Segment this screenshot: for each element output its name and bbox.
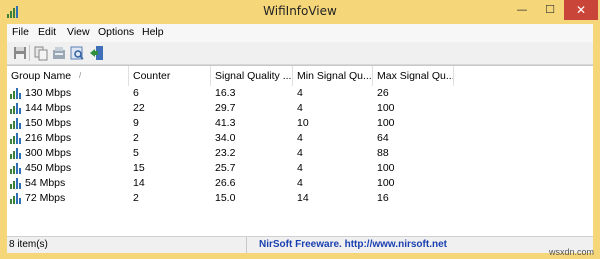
cell-quality: 16.3	[215, 87, 236, 99]
menu-bar: File Edit View Options Help	[7, 24, 593, 42]
table-row[interactable]: 216 Mbps 2 34.0 4 64	[7, 131, 593, 146]
menu-view[interactable]: View	[67, 26, 90, 38]
wifi-group-icon	[10, 88, 21, 99]
app-window: WifiInfoView — ☐ ✕ File Edit View Option…	[0, 0, 600, 259]
column-header-min-signal[interactable]: Min Signal Qu...	[293, 66, 373, 86]
menu-options[interactable]: Options	[98, 26, 134, 38]
wifi-group-icon	[10, 118, 21, 129]
cell-min: 4	[297, 102, 303, 114]
client-area: File Edit View Options Help Group Name /…	[7, 24, 593, 253]
cell-min: 4	[297, 87, 303, 99]
status-divider	[246, 237, 247, 253]
cell-min: 10	[297, 117, 309, 129]
cell-max: 26	[377, 87, 389, 99]
column-header-max-signal[interactable]: Max Signal Qu...	[373, 66, 454, 86]
cell-min: 4	[297, 177, 303, 189]
cell-name: 150 Mbps	[25, 117, 72, 129]
cell-quality: 34.0	[215, 132, 236, 144]
watermark: wsxdn.com	[548, 247, 594, 257]
table-row[interactable]: 54 Mbps 14 26.6 4 100	[7, 176, 593, 191]
cell-min: 4	[297, 162, 303, 174]
close-button[interactable]: ✕	[564, 0, 598, 20]
status-bar: 8 item(s) NirSoft Freeware. http://www.n…	[7, 236, 593, 253]
wifi-group-icon	[10, 163, 21, 174]
toolbar-separator	[29, 45, 30, 61]
cell-name: 130 Mbps	[25, 87, 72, 99]
minimize-button[interactable]: —	[508, 0, 536, 20]
toolbar	[7, 42, 593, 65]
status-item-count: 8 item(s)	[9, 239, 48, 250]
cell-min: 4	[297, 147, 303, 159]
wifi-group-icon	[10, 103, 21, 114]
maximize-button[interactable]: ☐	[536, 0, 564, 20]
table-row[interactable]: 150 Mbps 9 41.3 10 100	[7, 116, 593, 131]
column-header-group-name[interactable]: Group Name /	[7, 66, 129, 86]
properties-icon[interactable]	[69, 45, 85, 61]
menu-edit[interactable]: Edit	[38, 26, 56, 38]
wifi-group-icon	[10, 148, 21, 159]
cell-quality: 15.0	[215, 192, 236, 204]
cell-counter: 2	[133, 132, 139, 144]
cell-counter: 6	[133, 87, 139, 99]
cell-counter: 22	[133, 102, 145, 114]
cell-max: 16	[377, 192, 389, 204]
title-bar[interactable]: WifiInfoView — ☐ ✕	[0, 0, 600, 24]
cell-max: 100	[377, 177, 395, 189]
cell-counter: 14	[133, 177, 145, 189]
column-header-counter[interactable]: Counter	[129, 66, 211, 86]
cell-max: 100	[377, 117, 395, 129]
cell-counter: 2	[133, 192, 139, 204]
cell-name: 54 Mbps	[25, 177, 66, 189]
cell-max: 88	[377, 147, 389, 159]
table-row[interactable]: 130 Mbps 6 16.3 4 26	[7, 86, 593, 101]
cell-quality: 25.7	[215, 162, 236, 174]
save-icon[interactable]	[12, 45, 28, 61]
table-row[interactable]: 450 Mbps 15 25.7 4 100	[7, 161, 593, 176]
cell-name: 72 Mbps	[25, 192, 66, 204]
cell-quality: 23.2	[215, 147, 236, 159]
cell-min: 4	[297, 132, 303, 144]
wifi-group-icon	[10, 193, 21, 204]
table-row[interactable]: 144 Mbps 22 29.7 4 100	[7, 101, 593, 116]
cell-name: 450 Mbps	[25, 162, 72, 174]
copy-icon[interactable]	[33, 45, 49, 61]
sort-indicator-icon: /	[79, 71, 82, 80]
exit-icon[interactable]	[89, 45, 105, 61]
table-row[interactable]: 300 Mbps 5 23.2 4 88	[7, 146, 593, 161]
cell-quality: 41.3	[215, 117, 236, 129]
table-row[interactable]: 72 Mbps 2 15.0 14 16	[7, 191, 593, 206]
nirsoft-link[interactable]: NirSoft Freeware. http://www.nirsoft.net	[259, 239, 447, 250]
wifi-group-icon	[10, 133, 21, 144]
cell-name: 216 Mbps	[25, 132, 72, 144]
cell-name: 300 Mbps	[25, 147, 72, 159]
cell-counter: 9	[133, 117, 139, 129]
column-header-signal-quality[interactable]: Signal Quality ...	[211, 66, 293, 86]
cell-min: 14	[297, 192, 309, 204]
cell-name: 144 Mbps	[25, 102, 72, 114]
cell-max: 64	[377, 132, 389, 144]
cell-max: 100	[377, 162, 395, 174]
cell-counter: 15	[133, 162, 145, 174]
html-report-icon[interactable]	[51, 45, 67, 61]
cell-max: 100	[377, 102, 395, 114]
wifi-group-icon	[10, 178, 21, 189]
cell-counter: 5	[133, 147, 139, 159]
group-list[interactable]: Group Name / Counter Signal Quality ... …	[7, 65, 593, 236]
cell-quality: 29.7	[215, 102, 236, 114]
cell-quality: 26.6	[215, 177, 236, 189]
menu-help[interactable]: Help	[142, 26, 164, 38]
menu-file[interactable]: File	[12, 26, 29, 38]
column-header-label: Group Name	[11, 70, 72, 82]
